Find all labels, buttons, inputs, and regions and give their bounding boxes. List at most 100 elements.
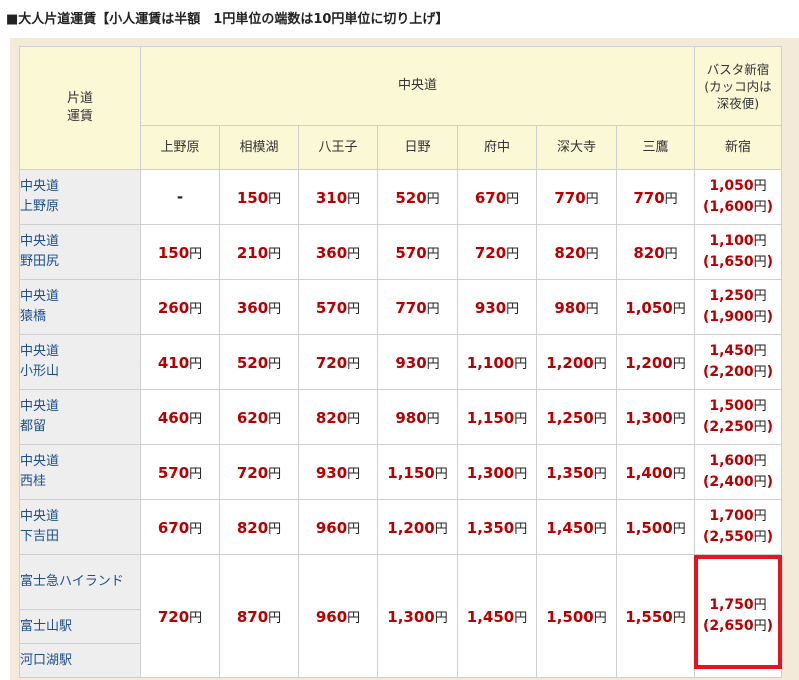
yen-unit: 円: [426, 191, 440, 207]
fare-cell: 1,350円: [457, 499, 537, 555]
yen-unit: 円: [347, 610, 361, 626]
yen-unit: 円: [268, 246, 282, 262]
yen-unit: 円: [268, 301, 282, 317]
yen-unit: 円: [268, 466, 282, 482]
fare-value: 360: [236, 298, 269, 317]
fare-value: 1,100: [466, 353, 515, 372]
fare-value: 1,550: [625, 607, 673, 626]
fare-cell: 570円: [140, 444, 220, 500]
row-header-stop: 富士山駅: [19, 609, 141, 644]
fare-value: 670: [474, 188, 507, 207]
fare-cell: 870円: [219, 554, 299, 678]
fare-cell: 570円: [377, 224, 458, 280]
fare-cell: 720円: [219, 444, 299, 500]
fare-cell: 1,550円: [616, 554, 695, 678]
fare-cell: 1,250円: [536, 389, 617, 445]
fare-cell: 1,300円: [616, 389, 695, 445]
fare-cell: 1,200円: [616, 334, 695, 390]
fare-cell: 770円: [616, 169, 695, 225]
shinjuku-fare-cell: 1,050円 (1,600円): [694, 169, 782, 225]
yen-unit: 円: [753, 200, 767, 215]
fare-value: 930: [315, 463, 348, 482]
fare-value: 1,050: [625, 298, 673, 317]
fare-cell: 260円: [140, 279, 220, 335]
fare-cell: -: [140, 169, 220, 225]
row-header-stop: 河口湖駅: [19, 643, 141, 678]
yen-unit: 円: [268, 191, 282, 207]
yen-unit: 円: [753, 420, 767, 435]
table-row: 中央道 下吉田 670円 820円 960円 1,200円 1,350円 1,450円 1,5…: [19, 499, 782, 555]
fare-cell: 620円: [219, 389, 299, 445]
fare-value: 620: [236, 408, 269, 427]
fare-value: 520: [236, 353, 269, 372]
row-header-stop: 富士急ハイランド: [19, 554, 141, 610]
fare-cell: 1,100円: [457, 334, 537, 390]
fare-value: 770: [395, 298, 427, 317]
fare-value: 1,450: [546, 518, 594, 537]
fare-value: 960: [315, 607, 348, 626]
yen-unit: 円: [753, 530, 767, 545]
yen-unit: 円: [347, 411, 361, 427]
fare-cell: 1,150円: [457, 389, 537, 445]
row-header-stop: 中央道 野田尻: [19, 224, 141, 280]
fare-value: 820: [633, 243, 665, 262]
fare-value: 770: [633, 188, 665, 207]
yen-unit: 円: [347, 191, 361, 207]
yen-unit: 円: [514, 356, 528, 372]
shinjuku-night-fare: 1,650: [709, 254, 754, 270]
yen-unit: 円: [585, 191, 599, 207]
fare-value: 570: [315, 298, 348, 317]
yen-unit: 円: [268, 610, 282, 626]
right-title-header: バスタ新宿 (カッコ内は 深夜便): [694, 46, 782, 126]
fare-cell: 820円: [298, 389, 378, 445]
shinjuku-day-fare: 1,600: [709, 453, 754, 469]
fare-cell: 770円: [377, 279, 458, 335]
fare-cell: 1,450円: [457, 554, 537, 678]
fare-value: 260: [157, 298, 190, 317]
yen-unit: 円: [347, 356, 361, 372]
fare-value: 1,350: [546, 463, 594, 482]
yen-unit: 円: [426, 246, 440, 262]
yen-unit: 円: [753, 509, 767, 524]
shinjuku-night-fare: 1,900: [709, 309, 754, 325]
highlight-box: [694, 555, 782, 669]
fare-cell: 820円: [536, 224, 617, 280]
fare-table: 片道 運賃 中央道 バスタ新宿 (カッコ内は 深夜便) 上野原 相模湖 八王子 日野府…: [19, 46, 782, 678]
shinjuku-fare-cell: 1,450円 (2,200円): [694, 334, 782, 390]
fare-value: 720: [157, 607, 190, 626]
column-header: 三鷹: [616, 125, 695, 170]
fare-cell: 1,200円: [536, 334, 617, 390]
fare-value: 1,200: [625, 353, 673, 372]
fare-value: 360: [315, 243, 348, 262]
fare-cell: 360円: [219, 279, 299, 335]
fare-cell: 720円: [298, 334, 378, 390]
yen-unit: 円: [672, 411, 686, 427]
fare-value: 1,300: [466, 463, 515, 482]
fare-cell: 980円: [536, 279, 617, 335]
fare-value: 1,150: [387, 463, 435, 482]
shinjuku-day-fare: 1,050: [709, 178, 754, 194]
fare-cell: 1,400円: [616, 444, 695, 500]
yen-unit: 円: [189, 411, 203, 427]
yen-unit: 円: [514, 610, 528, 626]
shinjuku-fare-cell: 1,250円 (1,900円): [694, 279, 782, 335]
row-header-stop: 中央道 都留: [19, 389, 141, 445]
yen-unit: 円: [268, 521, 282, 537]
fare-value: 770: [554, 188, 586, 207]
yen-unit: 円: [753, 310, 767, 325]
fare-cell: 930円: [457, 279, 537, 335]
group-header-chuodo: 中央道: [140, 46, 695, 126]
yen-unit: 円: [347, 466, 361, 482]
fare-cell: 1,350円: [536, 444, 617, 500]
yen-unit: 円: [664, 191, 678, 207]
fare-cell: 720円: [140, 554, 220, 678]
fare-cell: 930円: [377, 334, 458, 390]
yen-unit: 円: [347, 246, 361, 262]
fare-value: 460: [157, 408, 190, 427]
yen-unit: 円: [189, 610, 203, 626]
column-header: 深大寺: [536, 125, 617, 170]
yen-unit: 円: [585, 301, 599, 317]
column-header: 日野: [377, 125, 458, 170]
fare-value: 1,200: [546, 353, 594, 372]
row-header-stop: 中央道 猿橋: [19, 279, 141, 335]
